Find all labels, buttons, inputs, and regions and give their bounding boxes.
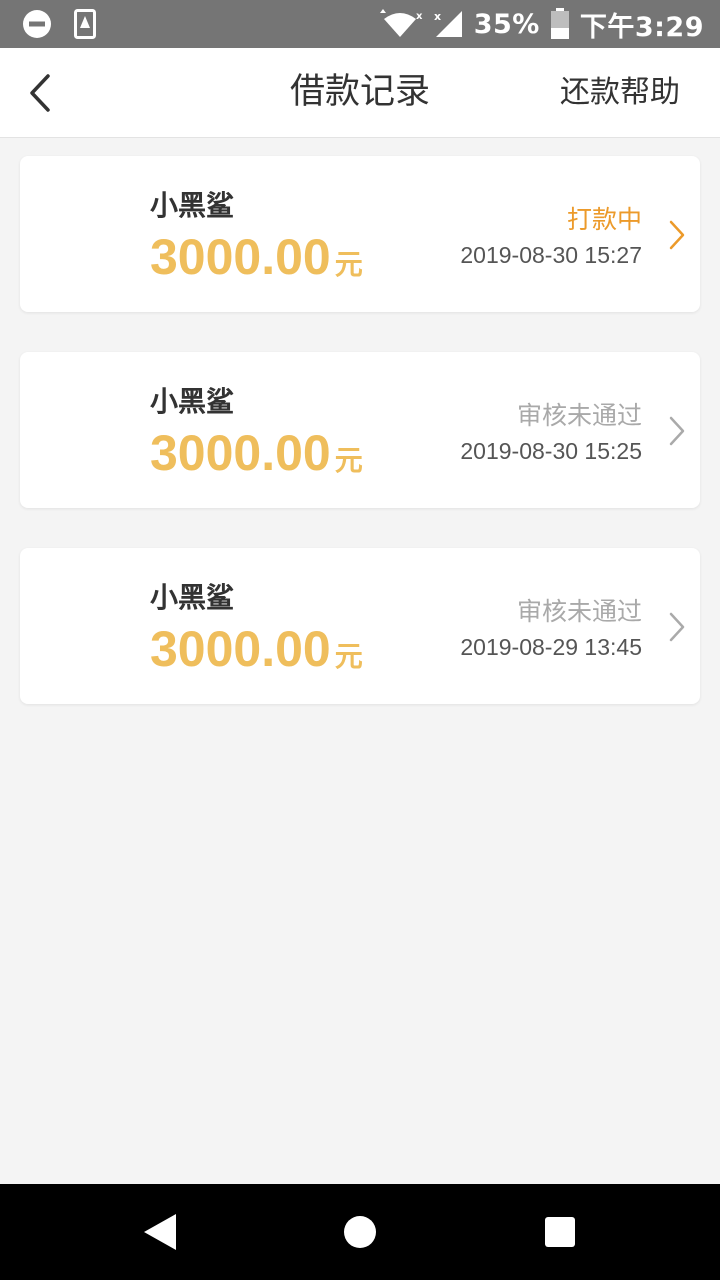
amount-unit: 元 bbox=[334, 640, 363, 673]
sim-icon bbox=[74, 9, 96, 39]
lender-name: 小黑鲨 bbox=[150, 189, 235, 222]
battery-percent: 35% bbox=[473, 8, 540, 40]
recents-square-icon[interactable] bbox=[544, 1212, 576, 1252]
loan-record-card[interactable]: 小黑鲨 3000.00 元 审核未通过 2019-08-30 15:25 bbox=[20, 352, 700, 508]
loan-amount: 3000.00 元 bbox=[150, 620, 363, 678]
status-label: 打款中 bbox=[566, 205, 642, 234]
svg-text:x: x bbox=[434, 10, 441, 23]
status-label: 审核未通过 bbox=[516, 401, 642, 430]
amount-unit: 元 bbox=[334, 248, 363, 281]
battery-icon bbox=[550, 8, 569, 39]
lender-name: 小黑鲨 bbox=[150, 581, 235, 614]
chevron-right-icon bbox=[669, 612, 685, 642]
status-bar-right: x x 35% 下午3:29 bbox=[376, 0, 704, 48]
repayment-help-link[interactable]: 还款帮助 bbox=[560, 48, 680, 137]
status-bar-left bbox=[22, 9, 96, 39]
amount-value: 3000.00 bbox=[150, 229, 331, 285]
app-header: 借款记录 还款帮助 bbox=[0, 48, 720, 138]
loan-record-card[interactable]: 小黑鲨 3000.00 元 打款中 2019-08-30 15:27 bbox=[20, 156, 700, 312]
back-button[interactable] bbox=[18, 68, 66, 118]
amount-value: 3000.00 bbox=[150, 425, 331, 481]
loan-amount: 3000.00 元 bbox=[150, 424, 363, 482]
dnd-icon bbox=[23, 10, 51, 38]
wifi-icon: x bbox=[379, 9, 423, 37]
status-bar: x x 35% 下午3:29 bbox=[0, 0, 720, 48]
signal-icon: x bbox=[434, 10, 462, 37]
chevron-right-icon bbox=[669, 220, 685, 250]
home-circle-icon[interactable] bbox=[343, 1212, 377, 1252]
loan-record-card[interactable]: 小黑鲨 3000.00 元 审核未通过 2019-08-29 13:45 bbox=[20, 548, 700, 704]
loan-record-list: 小黑鲨 3000.00 元 打款中 2019-08-30 15:27 小黑鲨 30… bbox=[20, 156, 700, 744]
status-label: 审核未通过 bbox=[516, 597, 642, 626]
lender-name: 小黑鲨 bbox=[150, 385, 235, 418]
amount-value: 3000.00 bbox=[150, 621, 331, 677]
record-datetime: 2019-08-30 15:27 bbox=[460, 242, 642, 268]
record-datetime: 2019-08-29 13:45 bbox=[460, 634, 642, 660]
back-triangle-icon[interactable] bbox=[142, 1212, 178, 1252]
svg-text:x: x bbox=[416, 11, 423, 22]
amount-unit: 元 bbox=[334, 444, 363, 477]
back-arrow-icon bbox=[30, 74, 50, 112]
system-nav-bar bbox=[0, 1184, 720, 1280]
loan-amount: 3000.00 元 bbox=[150, 228, 363, 286]
chevron-right-icon bbox=[669, 416, 685, 446]
clock: 下午3:29 bbox=[579, 11, 704, 43]
record-datetime: 2019-08-30 15:25 bbox=[460, 438, 642, 464]
